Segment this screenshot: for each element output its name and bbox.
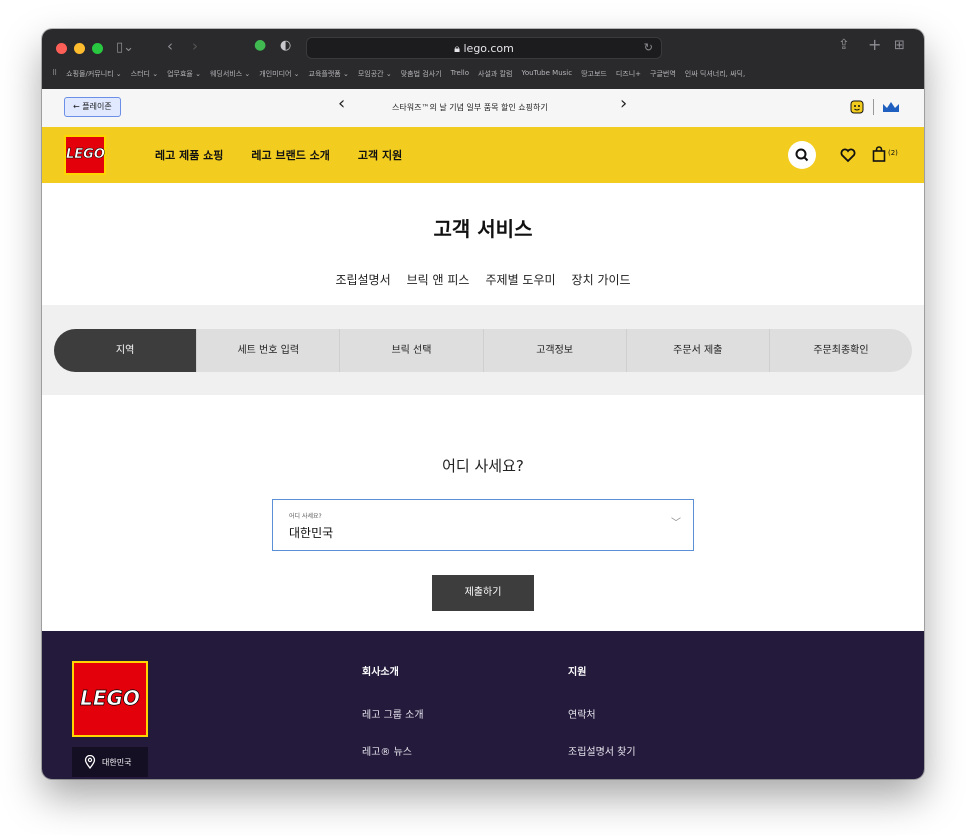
footer-link[interactable]: 연락처 bbox=[568, 706, 636, 721]
step-set-number: 세트 번호 입력 bbox=[197, 329, 341, 372]
page-title: 고객 서비스 bbox=[433, 217, 533, 241]
main-content: 고객 서비스 조립설명서 브릭 앤 피스 주제별 도우미 장치 가이드 지역 세… bbox=[42, 183, 924, 631]
footer-link[interactable]: 조립설명서 찾기 bbox=[568, 743, 636, 758]
step-brick-select: 브릭 선택 bbox=[340, 329, 484, 372]
favorite-item[interactable]: 업무효율 ⌄ bbox=[167, 69, 201, 79]
favorite-item[interactable]: 인싸 딕셔너리, 싸딕, bbox=[685, 69, 745, 79]
favorite-item[interactable]: 맞춤법 검사기 bbox=[401, 69, 442, 79]
nav-support[interactable]: 고객 지원 bbox=[358, 147, 402, 163]
address-bar[interactable]: 🔒︎ lego.com ↻ bbox=[306, 37, 662, 59]
support-subnav: 조립설명서 브릭 앤 피스 주제별 도우미 장치 가이드 bbox=[42, 271, 924, 288]
region-label: 대한민국 bbox=[102, 757, 132, 767]
favorite-item[interactable]: 개인미디어 ⌄ bbox=[259, 69, 299, 79]
subnav-device-guide[interactable]: 장치 가이드 bbox=[572, 271, 631, 288]
favorites-grid-icon[interactable]: ⠿ bbox=[52, 69, 57, 79]
evernote-extension-icon[interactable]: ● bbox=[254, 38, 266, 52]
step-submit-order: 주문서 제출 bbox=[627, 329, 770, 372]
region-select[interactable]: 어디 사세요? 대한민국 ﹀ bbox=[272, 499, 694, 551]
footer-col-title: 지원 bbox=[568, 667, 587, 678]
browser-window: ▯⌄ ‹ › ● ◐ 🔒︎ lego.com ↻ ⇪ + ⊞ ⠿ 쇼핑몰/커뮤니… bbox=[42, 29, 924, 779]
lego-logo[interactable]: LEGO bbox=[64, 135, 106, 175]
tab-overview-icon[interactable]: ⊞ bbox=[894, 39, 905, 52]
favorite-item[interactable]: 구글번역 bbox=[650, 69, 676, 79]
nav-shop[interactable]: 레고 제품 쇼핑 bbox=[155, 147, 223, 163]
favorite-item[interactable]: YouTube Music bbox=[521, 69, 572, 79]
privacy-shield-icon[interactable]: ◐ bbox=[280, 39, 291, 52]
cart-bag-icon[interactable] bbox=[872, 146, 886, 162]
footer-logo-text: LEGO bbox=[80, 686, 141, 711]
promo-next-icon[interactable]: › bbox=[620, 95, 627, 113]
progress-stepper: 지역 세트 번호 입력 브릭 선택 고객정보 주문서 제출 주문최종확인 bbox=[54, 329, 912, 372]
submit-button[interactable]: 제출하기 bbox=[432, 575, 534, 611]
share-icon[interactable]: ⇪ bbox=[838, 38, 850, 52]
subnav-theme-help[interactable]: 주제별 도우미 bbox=[485, 271, 555, 288]
footer-link[interactable]: 레고 그룹 소개 bbox=[362, 706, 424, 721]
step-region: 지역 bbox=[54, 329, 198, 372]
favorite-item[interactable]: Trello bbox=[451, 69, 469, 79]
footer-lego-logo[interactable]: LEGO bbox=[72, 661, 148, 737]
footer-col-about: 회사소개 레고 그룹 소개 레고® 뉴스 bbox=[362, 663, 424, 779]
stepper-section: 지역 세트 번호 입력 브릭 선택 고객정보 주문서 제출 주문최종확인 bbox=[42, 305, 924, 395]
favorite-item[interactable]: 스터디 ⌄ bbox=[131, 69, 158, 79]
step-customer-info: 고객정보 bbox=[484, 329, 627, 372]
favorite-item[interactable]: 땅고보드 bbox=[581, 69, 607, 79]
footer-col-title: 회사소개 bbox=[362, 667, 399, 678]
vip-crown-icon[interactable] bbox=[882, 100, 900, 114]
sidebar-icon[interactable]: ▯⌄ bbox=[116, 41, 134, 54]
close-window-button[interactable] bbox=[56, 43, 67, 54]
cart-count: (2) bbox=[888, 149, 898, 157]
back-icon[interactable]: ‹ bbox=[167, 39, 173, 54]
minimize-window-button[interactable] bbox=[74, 43, 85, 54]
subnav-instructions[interactable]: 조립설명서 bbox=[335, 271, 390, 288]
reload-icon[interactable]: ↻ bbox=[644, 41, 653, 54]
favorite-item[interactable]: 웨딩서비스 ⌄ bbox=[210, 69, 250, 79]
playzone-back-button[interactable]: ← 플레이존 bbox=[64, 97, 121, 117]
main-header: LEGO 레고 제품 쇼핑 레고 브랜드 소개 고객 지원 (2) bbox=[42, 127, 924, 183]
zoom-window-button[interactable] bbox=[92, 43, 103, 54]
divider bbox=[873, 99, 874, 115]
search-icon bbox=[795, 148, 809, 162]
favorite-item[interactable]: 교육플랫폼 ⌄ bbox=[309, 69, 349, 79]
favorite-item[interactable]: 모임공간 ⌄ bbox=[358, 69, 392, 79]
promo-bar: ← 플레이존 ‹ 스타워즈™의 날 기념 일부 품목 할인 쇼핑하기 › bbox=[42, 89, 924, 127]
forward-icon[interactable]: › bbox=[192, 39, 198, 54]
favorite-item[interactable]: 쇼핑몰/커뮤니티 ⌄ bbox=[66, 69, 122, 79]
new-tab-icon[interactable]: + bbox=[868, 37, 881, 53]
region-select-label: 어디 사세요? bbox=[289, 513, 322, 520]
browser-toolbar: ▯⌄ ‹ › ● ◐ 🔒︎ lego.com ↻ ⇪ + ⊞ ⠿ 쇼핑몰/커뮤니… bbox=[42, 29, 924, 89]
main-nav: 레고 제품 쇼핑 레고 브랜드 소개 고객 지원 bbox=[155, 147, 402, 163]
subnav-bricks-pieces[interactable]: 브릭 앤 피스 bbox=[407, 271, 470, 288]
promo-right-icons bbox=[849, 99, 900, 115]
region-selector-button[interactable]: 대한민국 bbox=[72, 747, 148, 777]
region-question: 어디 사세요? bbox=[442, 457, 524, 475]
promo-message[interactable]: 스타워즈™의 날 기념 일부 품목 할인 쇼핑하기 bbox=[392, 102, 548, 113]
url-text: lego.com bbox=[463, 42, 514, 55]
wishlist-heart-icon[interactable] bbox=[840, 147, 856, 163]
chevron-down-icon: ﹀ bbox=[671, 518, 681, 529]
favorite-item[interactable]: 사설과 칼럼 bbox=[478, 69, 512, 79]
minifig-head-icon[interactable] bbox=[849, 99, 865, 115]
lock-icon: 🔒︎ bbox=[454, 42, 464, 55]
search-button[interactable] bbox=[788, 141, 816, 169]
favorites-bar: ⠿ 쇼핑몰/커뮤니티 ⌄ 스터디 ⌄ 업무효율 ⌄ 웨딩서비스 ⌄ 개인미디어 … bbox=[52, 69, 745, 79]
favorite-item[interactable]: 디즈니+ bbox=[616, 69, 641, 79]
site-footer: LEGO 대한민국 회사소개 레고 그룹 소개 레고® 뉴스 지원 연락처 조립… bbox=[42, 631, 924, 779]
promo-prev-icon[interactable]: ‹ bbox=[338, 95, 345, 113]
region-select-value: 대한민국 bbox=[289, 526, 334, 540]
step-final-confirm: 주문최종확인 bbox=[813, 345, 869, 356]
footer-link[interactable]: 레고® 뉴스 bbox=[362, 743, 424, 758]
window-controls bbox=[56, 43, 103, 54]
footer-col-support: 지원 연락처 조립설명서 찾기 bbox=[568, 663, 636, 779]
location-pin-icon bbox=[84, 755, 96, 769]
logo-text: LEGO bbox=[66, 147, 105, 163]
nav-brand[interactable]: 레고 브랜드 소개 bbox=[251, 147, 330, 163]
